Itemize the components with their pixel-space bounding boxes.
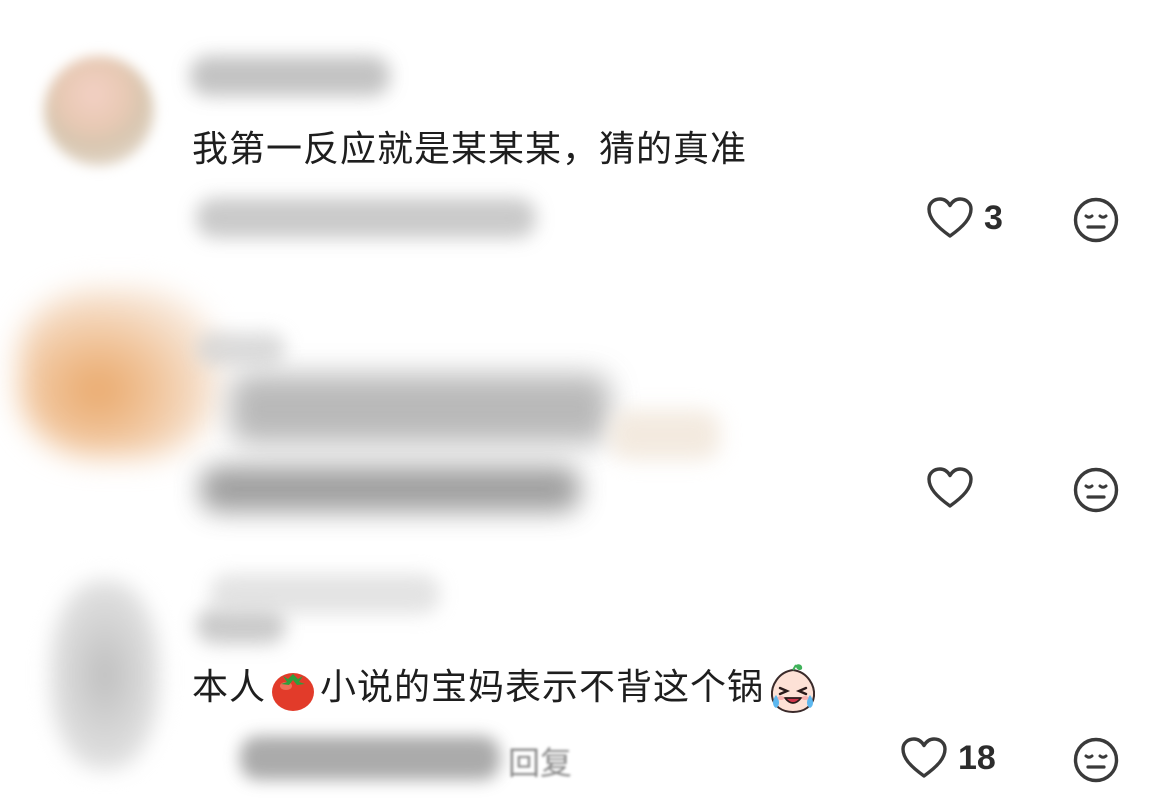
comment-text-rest: 小说的宝妈表示不背这个锅 (320, 667, 765, 708)
comment-item-3: 本人 小说的宝妈表示不背这个锅 回复 18 (0, 540, 1160, 798)
header-blurred (210, 574, 440, 614)
username-blurred[interactable] (190, 56, 390, 96)
comment-text-blurred (230, 374, 610, 444)
dislike-face-icon[interactable] (1072, 736, 1120, 784)
avatar[interactable] (18, 288, 218, 458)
like-button[interactable]: 18 (900, 736, 996, 780)
dislike-face-icon[interactable] (1072, 196, 1120, 244)
avatar[interactable] (50, 580, 160, 770)
username-blurred[interactable] (196, 332, 286, 366)
comment-image-blurred (610, 410, 720, 460)
comment-item-1: 我第一反应就是某某某，猜的真准 3 (0, 0, 1160, 270)
comment-item-2 (0, 270, 1160, 540)
heart-icon (927, 467, 973, 508)
comment-text: 本人 小说的宝妈表示不背这个锅 (192, 662, 822, 716)
dislike-face-icon[interactable] (1072, 466, 1120, 514)
like-button[interactable]: 3 (926, 196, 1003, 240)
comment-meta-blurred (196, 198, 536, 238)
reply-button[interactable]: 回复 (508, 738, 572, 784)
comment-meta-blurred (240, 736, 500, 780)
tomato-icon (272, 673, 315, 711)
avatar[interactable] (44, 56, 154, 166)
crying-face-icon (771, 664, 816, 714)
like-button[interactable] (926, 466, 974, 510)
comment-text: 我第一反应就是某某某，猜的真准 (192, 129, 748, 170)
comment-meta-blurred (200, 466, 580, 512)
heart-icon (927, 197, 973, 238)
heart-icon (901, 737, 947, 778)
like-count: 3 (984, 198, 1003, 237)
comment-text-start: 本人 (192, 667, 267, 708)
like-count: 18 (958, 738, 996, 777)
